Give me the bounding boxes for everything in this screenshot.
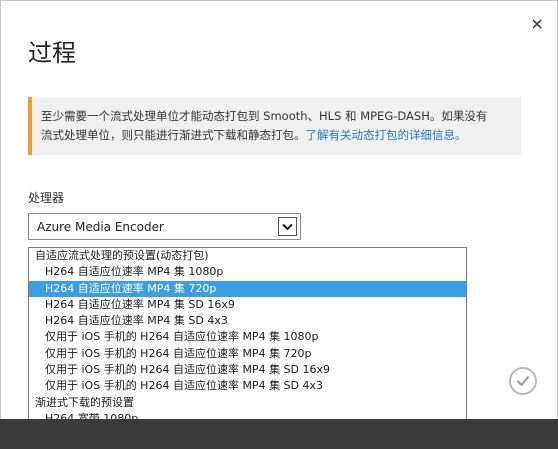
dropdown-option[interactable]: H264 自适应位速率 MP4 集 SD 4x3	[29, 313, 466, 329]
dropdown-option[interactable]: H264 自适应位速率 MP4 集 SD 16x9	[29, 297, 466, 313]
bottom-bar	[0, 419, 558, 449]
checkmark-icon[interactable]	[509, 367, 537, 395]
notice-text-line2: 流式处理单位，则只能进行渐进式下载和静态打包。了解有关动态打包的详细信息。	[41, 126, 509, 145]
dropdown-group-header: 渐进式下载的预设置	[35, 395, 134, 409]
processor-select[interactable]: Azure Media Encoder	[28, 213, 301, 240]
close-icon[interactable]	[532, 13, 542, 34]
dropdown-option[interactable]: H264 自适应位速率 MP4 集 720p	[29, 280, 466, 297]
dropdown-option[interactable]: 仅用于 iOS 手机的 H264 自适应位速率 MP4 集 SD 4x3	[29, 378, 466, 394]
dialog-title: 过程	[28, 39, 76, 67]
dropdown-option[interactable]: 仅用于 iOS 手机的 H264 自适应位速率 MP4 集 SD 16x9	[29, 362, 466, 378]
processor-label: 处理器	[28, 191, 65, 205]
dropdown-group-header: 自适应流式处理的预设置(动态打包)	[35, 249, 209, 262]
notice-text-line2-text: 流式处理单位，则只能进行渐进式下载和静态打包。	[41, 128, 306, 142]
processor-select-value: Azure Media Encoder	[37, 220, 164, 234]
preset-dropdown-list[interactable]: 自适应流式处理的预设置(动态打包) H264 自适应位速率 MP4 集 1080p…	[28, 247, 467, 447]
learn-more-link[interactable]: 了解有关动态打包的详细信息。	[306, 128, 467, 142]
process-dialog: 过程 至少需要一个流式处理单位才能动态打包到 Smooth、HLS 和 MPEG…	[0, 0, 558, 449]
chevron-down-icon[interactable]	[278, 217, 297, 236]
notice-banner: 至少需要一个流式处理单位才能动态打包到 Smooth、HLS 和 MPEG-DA…	[28, 97, 521, 155]
dropdown-option[interactable]: 仅用于 iOS 手机的 H264 自适应位速率 MP4 集 1080p	[29, 329, 466, 345]
notice-text-line1: 至少需要一个流式处理单位才能动态打包到 Smooth、HLS 和 MPEG-DA…	[41, 109, 488, 123]
dropdown-option[interactable]: H264 自适应位速率 MP4 集 1080p	[29, 264, 466, 280]
dropdown-option[interactable]: 仅用于 iOS 手机的 H264 自适应位速率 MP4 集 720p	[29, 346, 466, 362]
